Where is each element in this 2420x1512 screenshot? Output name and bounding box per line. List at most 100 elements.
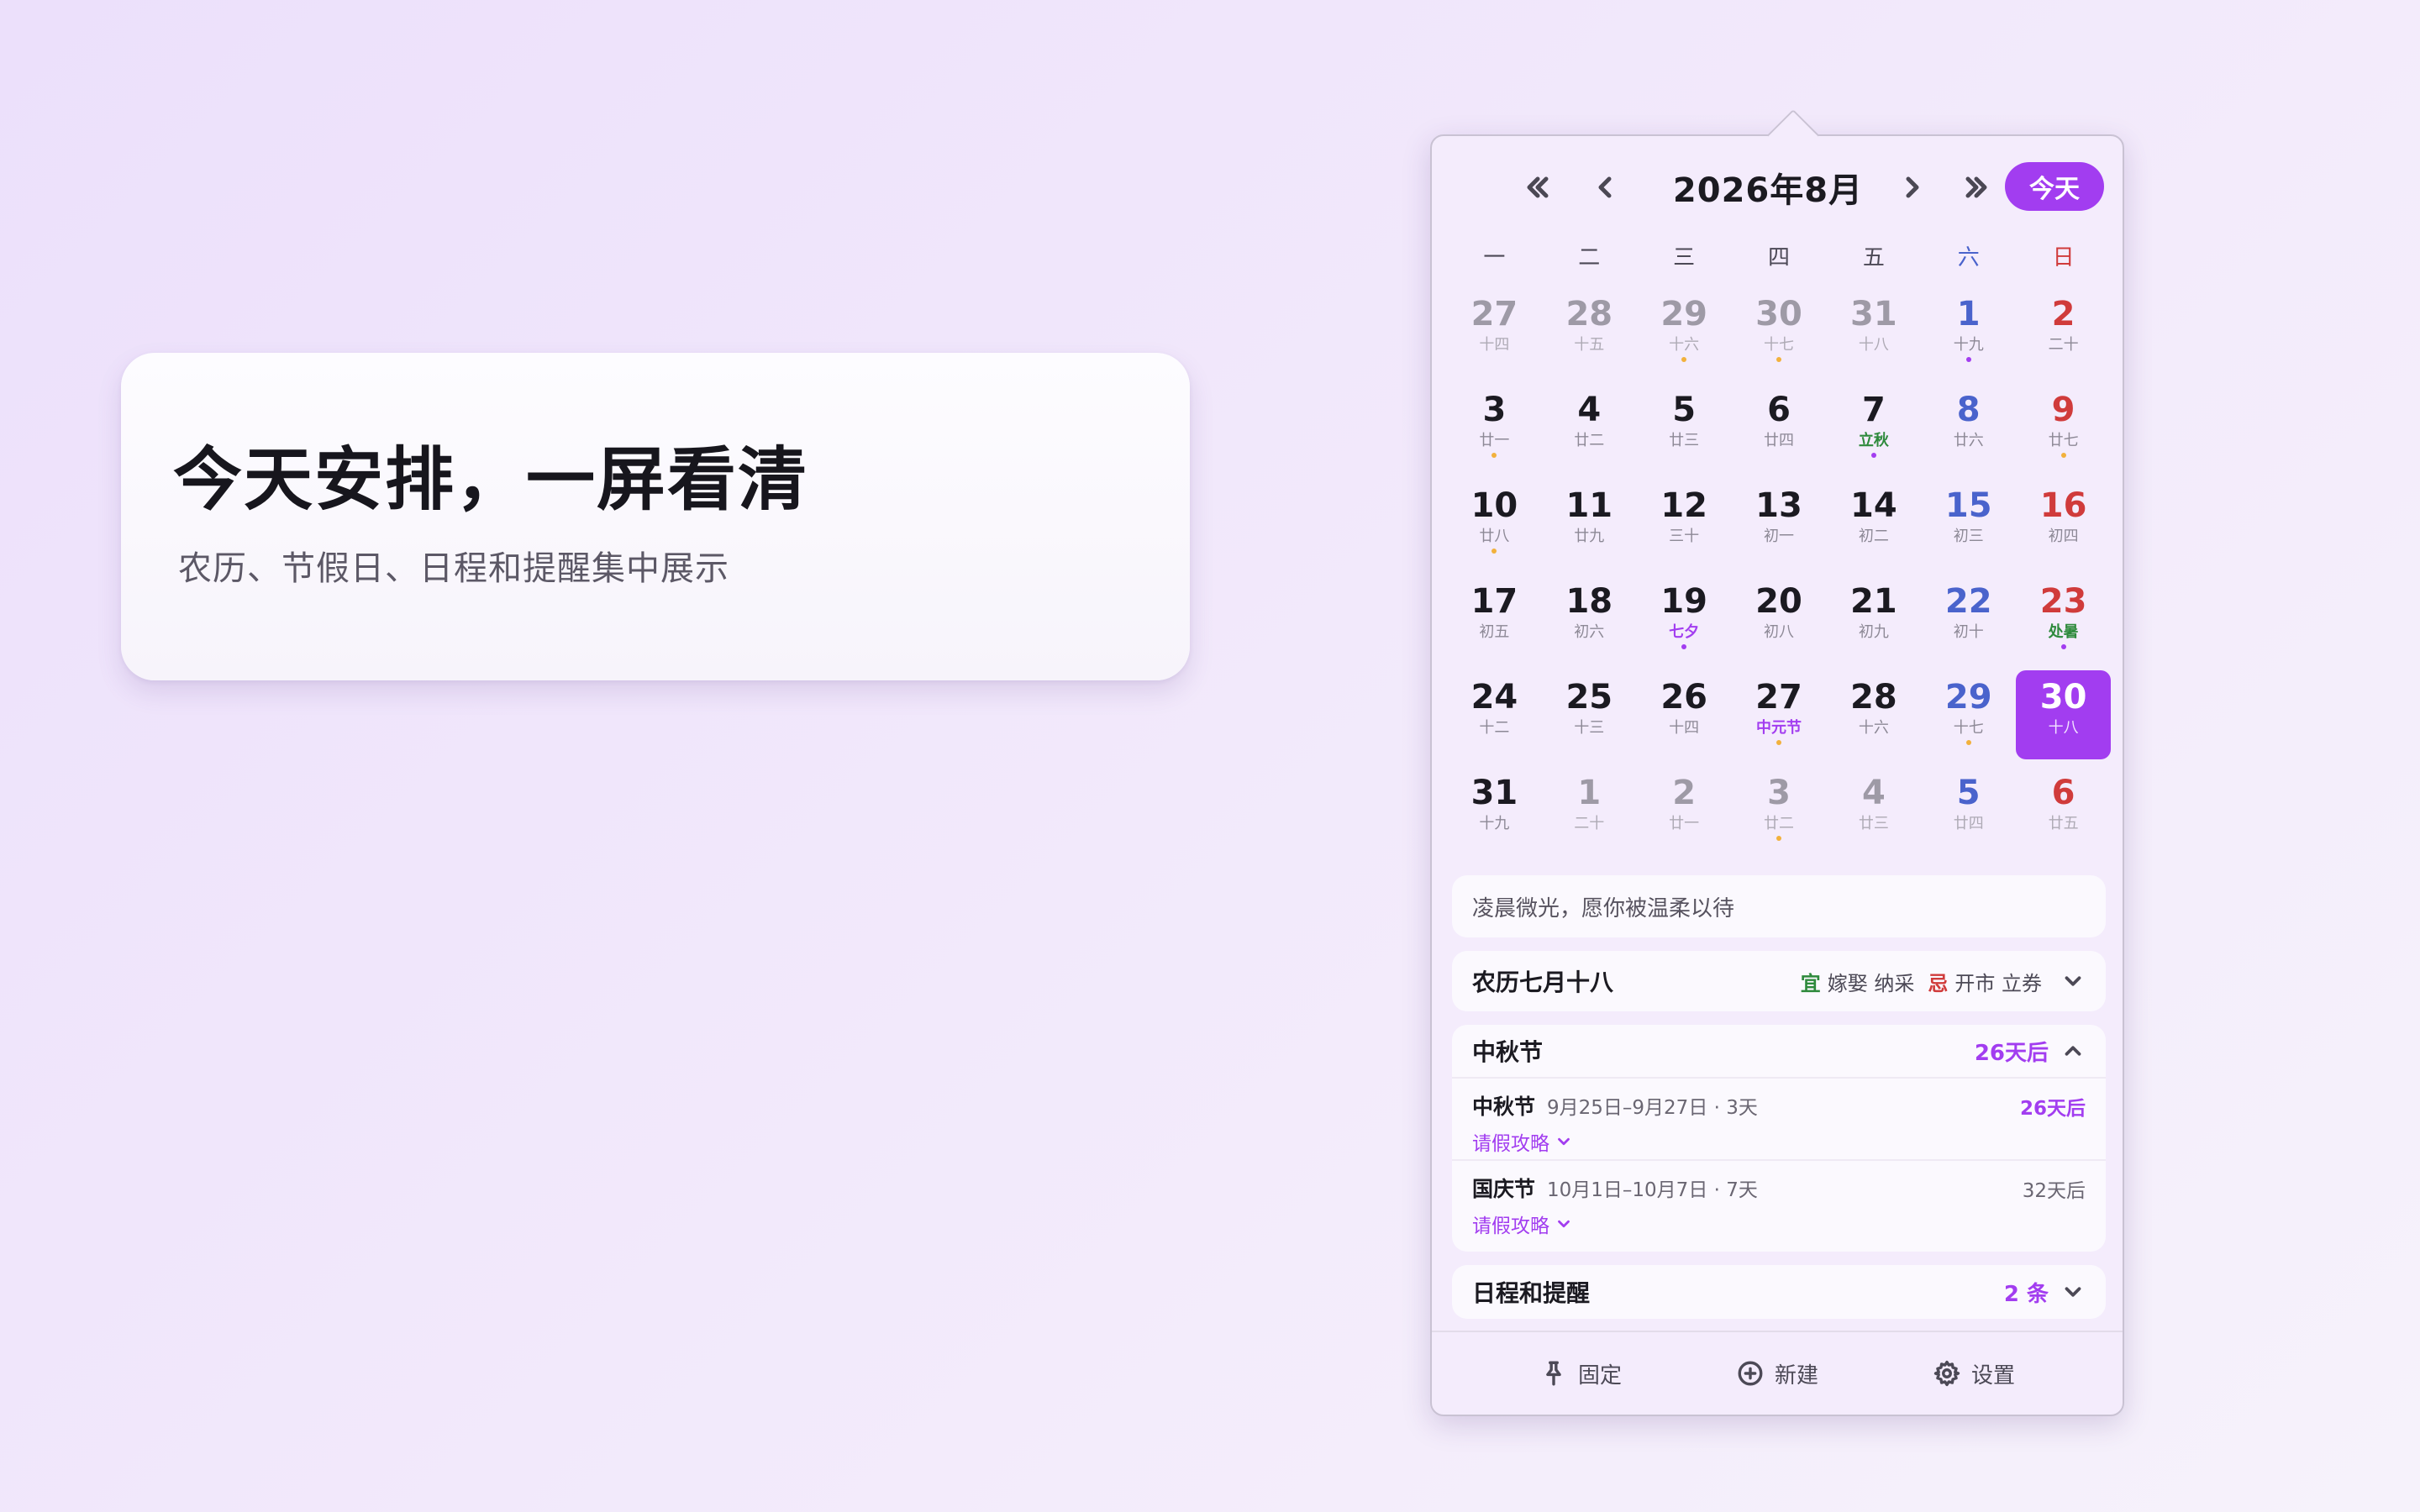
calendar-day[interactable]: 6 廿四 <box>1732 383 1827 472</box>
schedule-count-value: 2 条 <box>2003 1281 2049 1307</box>
calendar-day[interactable]: 11 廿九 <box>1542 479 1637 568</box>
headline-subtitle: 农历、节假日、日程和提醒集中展示 <box>178 549 729 588</box>
chevron-down-icon <box>1558 1220 1570 1228</box>
calendar-day[interactable]: 15 初三 <box>1921 479 2016 568</box>
day-number: 21 <box>1850 582 1897 621</box>
calendar-day[interactable]: 16 初四 <box>2016 479 2111 568</box>
gear-icon <box>1933 1360 1960 1387</box>
calendar-day[interactable]: 9 廿七 <box>2016 383 2111 472</box>
holiday-countdown-value: 26天后 <box>1974 1040 2049 1066</box>
lunar-day-label: 廿二 <box>1574 432 1605 449</box>
lunar-day-label: 中元节 <box>1756 719 1802 737</box>
calendar-day[interactable]: 5 廿四 <box>1921 766 2016 855</box>
calendar-day[interactable]: 20 初八 <box>1732 575 1827 664</box>
lunar-day-label: 廿九 <box>1574 528 1605 545</box>
calendar-day[interactable]: 2 二十 <box>2016 287 2111 376</box>
event-dot <box>1491 453 1497 458</box>
lunar-day-label: 十八 <box>1858 336 1889 354</box>
calendar-day[interactable]: 12 三十 <box>1637 479 1732 568</box>
lunar-day-label: 处暑 <box>2048 623 2079 641</box>
calendar-day[interactable]: 25 十三 <box>1542 670 1637 759</box>
day-number: 6 <box>1767 391 1791 429</box>
holiday-panel-title: 中秋节 <box>1472 1038 1544 1066</box>
calendar-day[interactable]: 31 十八 <box>1826 287 1921 376</box>
calendar-day[interactable]: 29 十七 <box>1921 670 2016 759</box>
calendar-day[interactable]: 1 二十 <box>1542 766 1637 855</box>
lunar-day-label: 二十 <box>1574 815 1605 832</box>
weekday-label: 五 <box>1862 245 1885 270</box>
lunar-day-label: 十五 <box>1574 336 1605 354</box>
calendar-day[interactable]: 3 廿一 <box>1447 383 1542 472</box>
lunar-day-label: 十六 <box>1669 336 1700 354</box>
calendar-day[interactable]: 24 十二 <box>1447 670 1542 759</box>
calendar-day[interactable]: 4 廿二 <box>1542 383 1637 472</box>
calendar-day[interactable]: 3 廿二 <box>1732 766 1827 855</box>
leave-guide-link[interactable]: 请假攻略 <box>1472 1210 2086 1238</box>
calendar-day[interactable]: 4 廿三 <box>1826 766 1921 855</box>
headline-title: 今天安排，一屏看清 <box>173 440 809 520</box>
holiday-days-until: 32天后 <box>2022 1180 2086 1202</box>
yi-items: 嫁娶 纳采 <box>1827 971 1915 995</box>
calendar-day[interactable]: 19 七夕 <box>1637 575 1732 664</box>
pin-button[interactable]: 固定 <box>1539 1358 1622 1389</box>
holiday-name: 国庆节 <box>1472 1177 1536 1201</box>
calendar-day[interactable]: 26 十四 <box>1637 670 1732 759</box>
day-number: 8 <box>1956 391 1981 429</box>
next-month-button[interactable] <box>1887 160 1938 215</box>
chevron-down-icon[interactable] <box>2060 1279 2086 1305</box>
calendar-day[interactable]: 1 十九 <box>1921 287 2016 376</box>
event-dot <box>1776 740 1781 745</box>
calendar-day[interactable]: 18 初六 <box>1542 575 1637 664</box>
day-number: 15 <box>1944 486 1992 525</box>
calendar-day[interactable]: 10 廿八 <box>1447 479 1542 568</box>
calendar-week: 10 廿八 11 廿九 12 三十 13 初一 14 初二 15 初三 16 初四 <box>1447 479 2111 575</box>
day-number: 31 <box>1850 295 1897 333</box>
calendar-day[interactable]: 27 中元节 <box>1732 670 1827 759</box>
prev-month-button[interactable] <box>1580 160 1630 215</box>
calendar-day[interactable]: 14 初二 <box>1826 479 1921 568</box>
calendar-day[interactable]: 22 初十 <box>1921 575 2016 664</box>
calendar-day[interactable]: 27 十四 <box>1447 287 1542 376</box>
settings-button[interactable]: 设置 <box>1933 1358 2015 1389</box>
chevron-down-icon[interactable] <box>2060 969 2086 994</box>
calendar-day[interactable]: 29 十六 <box>1637 287 1732 376</box>
day-number: 14 <box>1850 486 1897 525</box>
calendar-day[interactable]: 21 初九 <box>1826 575 1921 664</box>
new-button[interactable]: 新建 <box>1736 1358 1818 1389</box>
popover-arrow <box>1766 108 1820 162</box>
lunar-day-label: 初三 <box>1953 528 1984 545</box>
day-number: 3 <box>1767 774 1791 812</box>
new-label: 新建 <box>1774 1362 1818 1389</box>
today-button[interactable]: 今天 <box>2005 162 2104 211</box>
lunar-info-row[interactable]: 农历七月十八 宜 嫁娶 纳采 忌 开市 立券 <box>1452 951 2106 1011</box>
chevron-up-icon[interactable] <box>2060 1038 2086 1063</box>
leave-guide-link[interactable]: 请假攻略 <box>1472 1127 2086 1156</box>
calendar-day[interactable]: 8 廿六 <box>1921 383 2016 472</box>
calendar-day[interactable]: 30 十七 <box>1732 287 1827 376</box>
lunar-day-label: 初十 <box>1953 623 1984 641</box>
double-chevron-right-icon <box>1965 176 1987 198</box>
calendar-day-selected[interactable]: 30 十八 <box>2016 670 2112 759</box>
holiday-panel-header[interactable]: 中秋节 26天后 <box>1452 1025 2106 1079</box>
calendar-day[interactable]: 23 处暑 <box>2016 575 2111 664</box>
calendar-day[interactable]: 5 廿三 <box>1637 383 1732 472</box>
day-number: 20 <box>1755 582 1802 621</box>
lunar-day-label: 初一 <box>1764 528 1794 545</box>
day-number: 6 <box>2051 774 2075 812</box>
weekday-header: 一 二 三 四 五 六 日 <box>1447 240 2111 274</box>
schedule-reminders-row[interactable]: 日程和提醒 2 条 <box>1452 1265 2106 1319</box>
calendar-day[interactable]: 28 十五 <box>1542 287 1637 376</box>
calendar-day[interactable]: 17 初五 <box>1447 575 1542 664</box>
daily-quote: 凌晨微光，愿你被温柔以待 <box>1452 875 2106 937</box>
prev-year-button[interactable] <box>1512 160 1563 215</box>
event-dot <box>1965 740 1971 745</box>
day-number: 3 <box>1482 391 1507 429</box>
calendar-day[interactable]: 31 十九 <box>1447 766 1542 855</box>
calendar-day[interactable]: 6 廿五 <box>2016 766 2111 855</box>
calendar-day[interactable]: 28 十六 <box>1826 670 1921 759</box>
next-year-button[interactable] <box>1951 160 2002 215</box>
calendar-day[interactable]: 7 立秋 <box>1826 383 1921 472</box>
day-number: 31 <box>1470 774 1518 812</box>
calendar-day[interactable]: 2 廿一 <box>1637 766 1732 855</box>
calendar-day[interactable]: 13 初一 <box>1732 479 1827 568</box>
